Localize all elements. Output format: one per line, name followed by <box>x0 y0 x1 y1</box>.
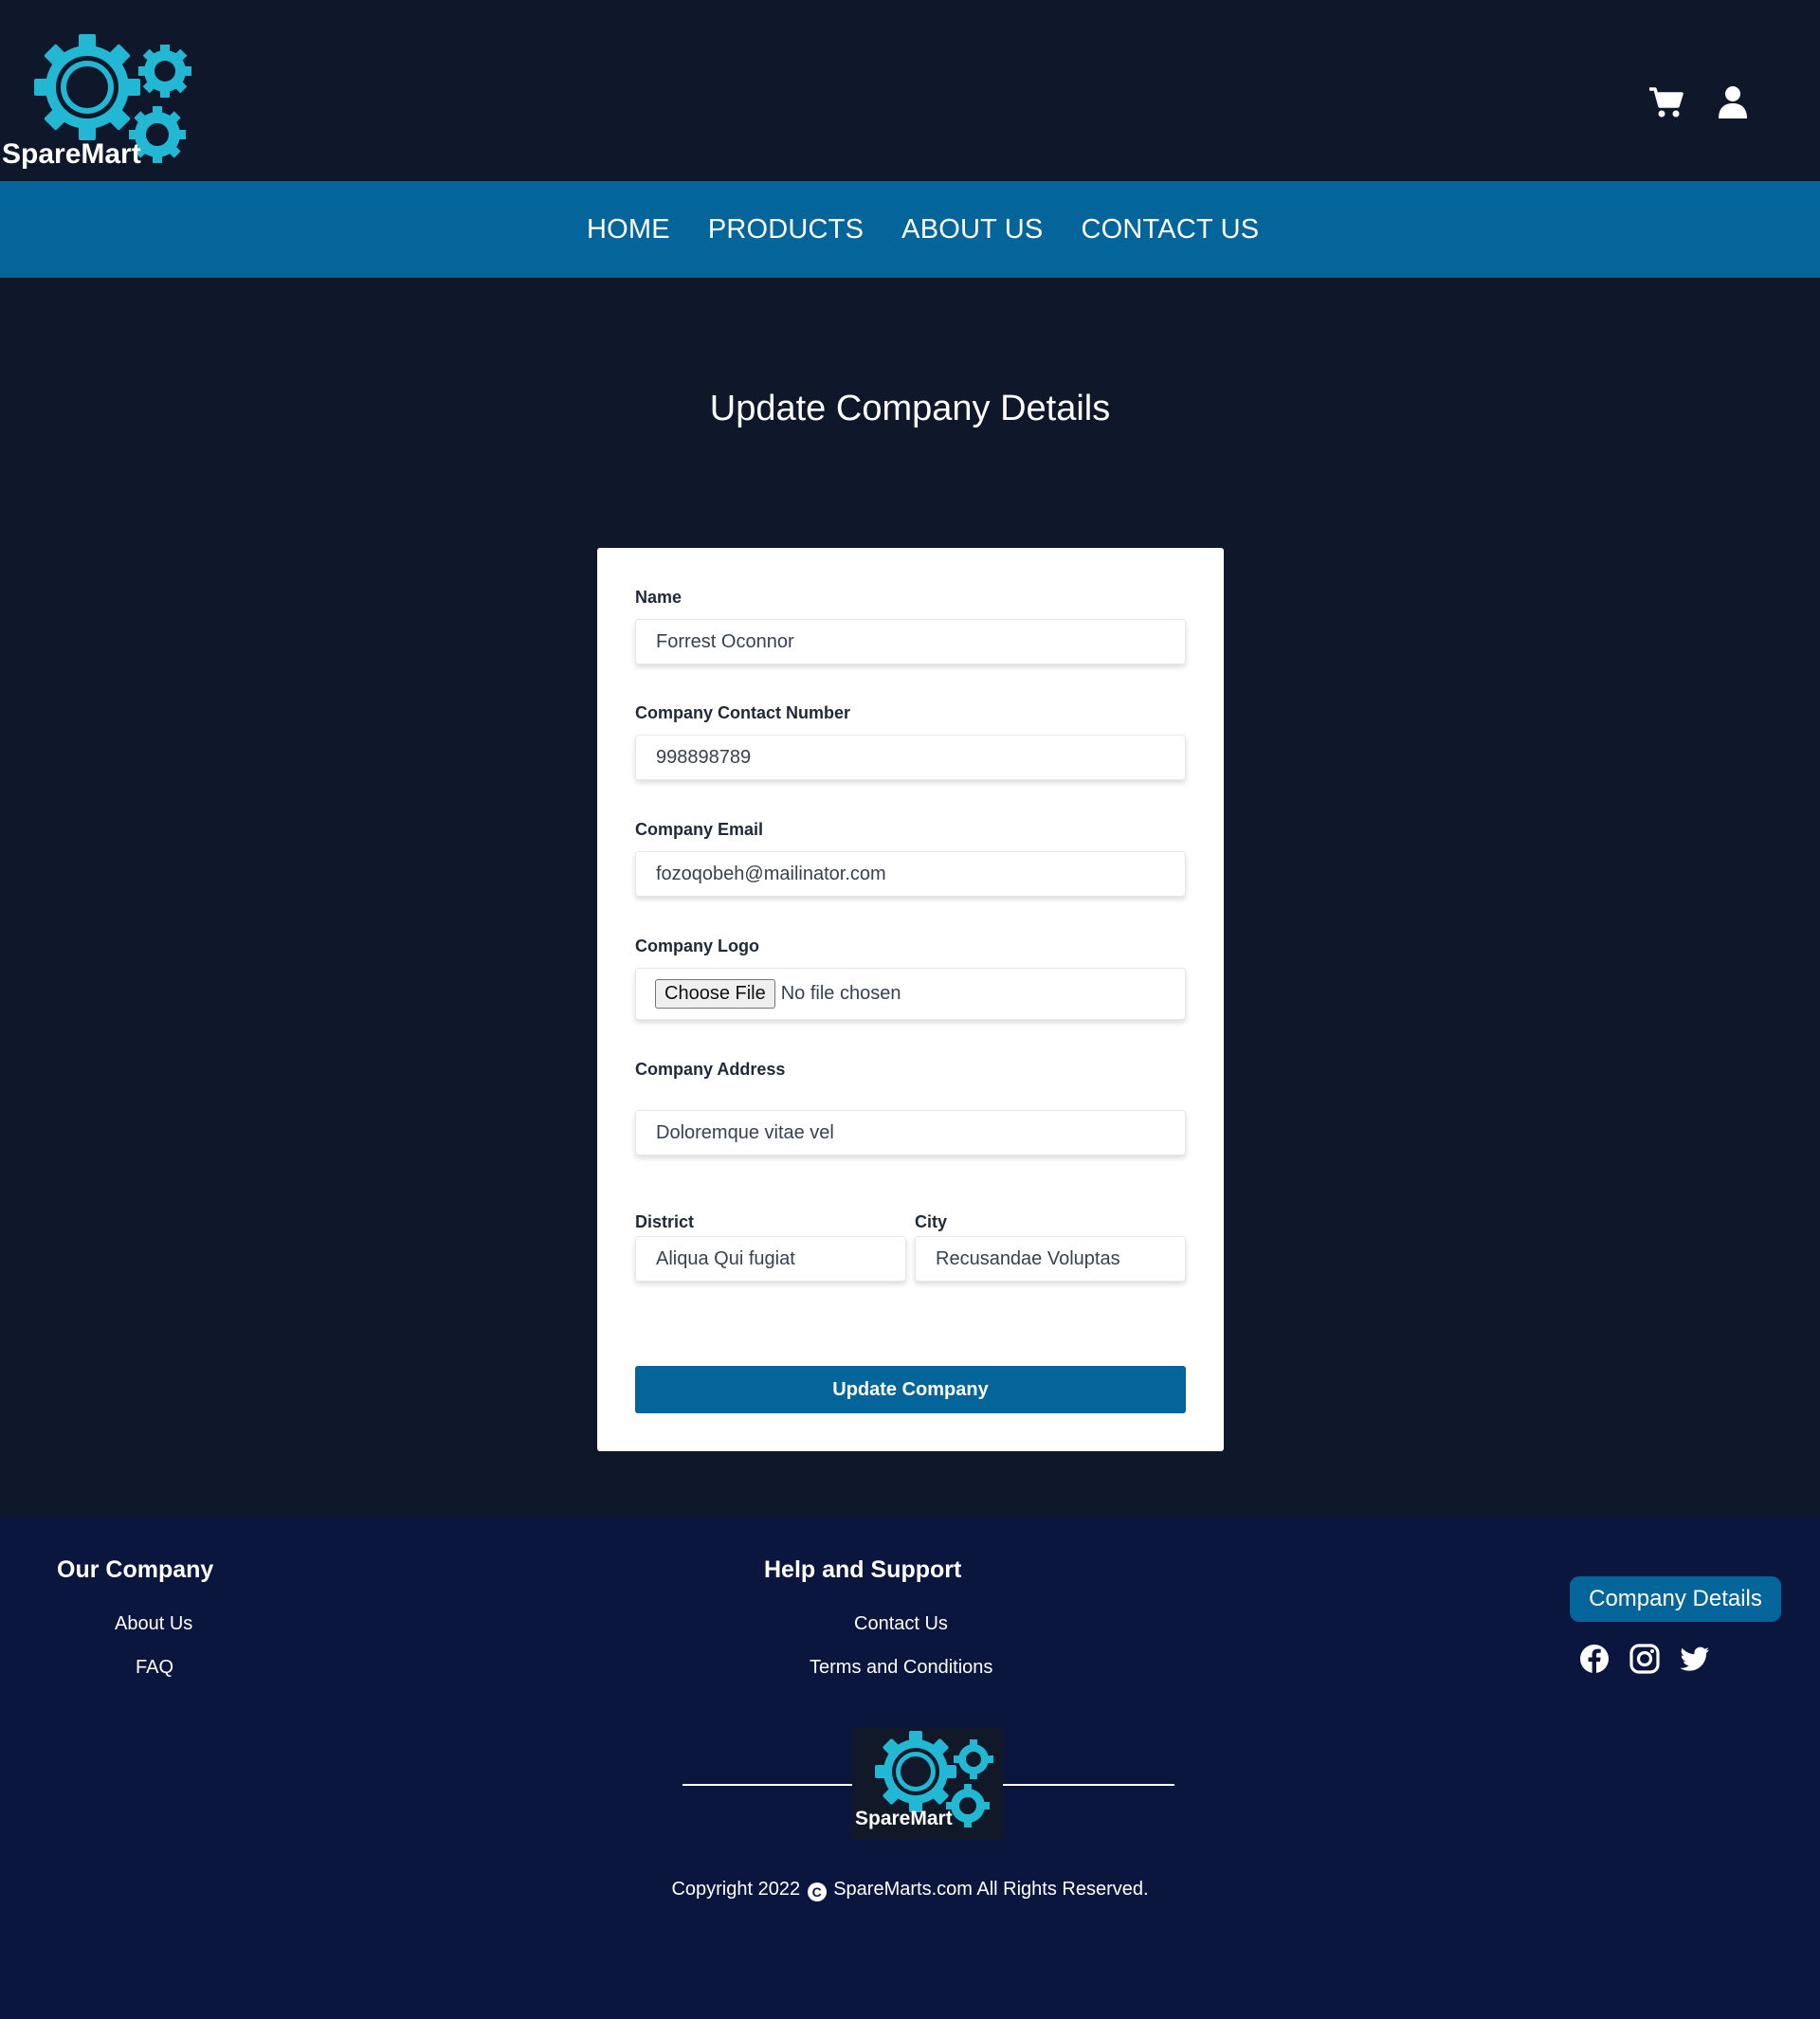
choose-file-button[interactable]: Choose File <box>655 979 775 1009</box>
name-label: Name <box>635 588 682 607</box>
footer-divider-right <box>1003 1784 1174 1786</box>
footer-divider-left <box>682 1784 852 1786</box>
address-field[interactable]: Doloremque vitae vel <box>635 1110 1186 1155</box>
footer-contact-link[interactable]: Contact Us <box>854 1613 948 1635</box>
email-label: Company Email <box>635 820 764 839</box>
footer-logo-text: SpareMart <box>855 1808 953 1829</box>
site-header: SpareMart <box>0 0 1820 181</box>
facebook-icon[interactable] <box>1578 1643 1611 1675</box>
sparemart-logo[interactable]: SpareMart <box>0 28 199 171</box>
nav-about-us[interactable]: ABOUT US <box>901 214 1043 246</box>
copyright-text: Copyright 2022 C SpareMarts.com All Righ… <box>0 1879 1820 1901</box>
footer-faq-link[interactable]: FAQ <box>136 1657 173 1679</box>
contact-number-field[interactable]: 998898789 <box>635 735 1186 780</box>
main-nav: HOME PRODUCTS ABOUT US CONTACT US <box>0 181 1820 278</box>
site-footer: Our Company About Us FAQ Help and Suppor… <box>0 1518 1820 2019</box>
update-company-form: Name Forrest Oconnor Company Contact Num… <box>597 548 1224 1451</box>
copyright-icon: C <box>807 1883 827 1901</box>
copyright-prefix: Copyright 2022 <box>671 1879 801 1900</box>
our-company-heading: Our Company <box>57 1556 214 1583</box>
page-title: Update Company Details <box>709 389 1111 428</box>
nav-contact-us[interactable]: CONTACT US <box>1081 214 1259 246</box>
update-company-button[interactable]: Update Company <box>635 1366 1186 1413</box>
footer-terms-link[interactable]: Terms and Conditions <box>810 1657 992 1679</box>
footer-about-link[interactable]: About Us <box>115 1613 192 1635</box>
logo-label: Company Logo <box>635 937 759 955</box>
nav-products[interactable]: PRODUCTS <box>708 214 864 246</box>
logo-text: SpareMart <box>2 138 141 170</box>
help-support-heading: Help and Support <box>764 1556 962 1583</box>
user-icon[interactable] <box>1714 83 1752 121</box>
district-label: District <box>635 1212 695 1231</box>
logo-file-input: Choose File No file chosen <box>635 968 1186 1020</box>
copyright-suffix: SpareMarts.com All Rights Reserved. <box>833 1879 1149 1900</box>
address-label: Company Address <box>635 1060 786 1079</box>
city-field[interactable]: Recusandae Voluptas <box>915 1236 1186 1282</box>
city-label: City <box>915 1212 948 1231</box>
district-field[interactable]: Aliqua Qui fugiat <box>635 1236 906 1282</box>
instagram-icon[interactable] <box>1629 1643 1661 1675</box>
footer-logo[interactable]: SpareMart <box>852 1728 1003 1840</box>
twitter-icon[interactable] <box>1679 1643 1711 1675</box>
cart-icon[interactable] <box>1647 83 1685 121</box>
nav-home[interactable]: HOME <box>587 214 670 246</box>
file-status: No file chosen <box>780 983 901 1004</box>
name-field[interactable]: Forrest Oconnor <box>635 619 1186 664</box>
company-details-button[interactable]: Company Details <box>1570 1576 1781 1622</box>
contact-number-label: Company Contact Number <box>635 703 851 722</box>
email-field[interactable]: fozoqobeh@mailinator.com <box>635 851 1186 897</box>
